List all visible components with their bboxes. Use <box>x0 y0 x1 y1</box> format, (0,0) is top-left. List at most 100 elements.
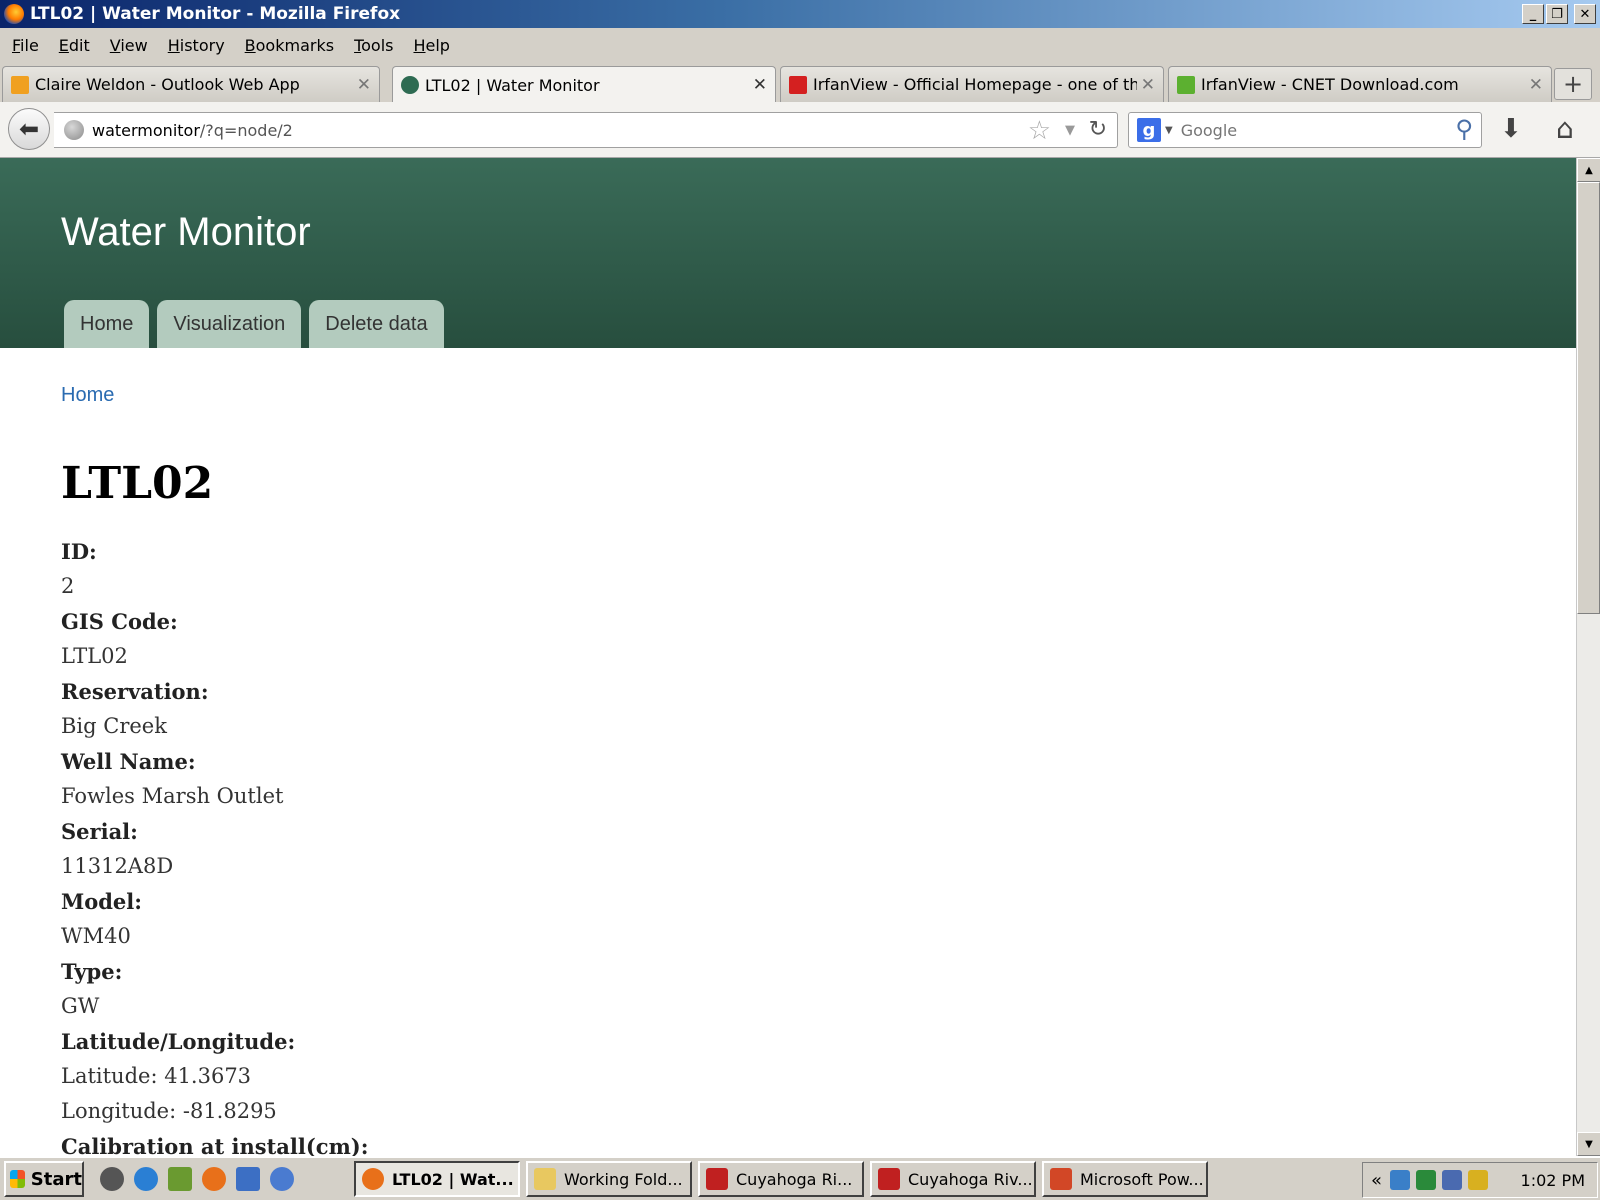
media-player-icon[interactable] <box>270 1167 294 1191</box>
irfanview-icon <box>789 75 807 94</box>
firefox-icon <box>362 1168 384 1190</box>
close-tab-icon[interactable]: ✕ <box>1529 75 1543 95</box>
taskbar-item-folder[interactable]: Working Fold... <box>526 1161 692 1197</box>
window-controls: _ ❐ ✕ <box>1522 4 1596 24</box>
start-button[interactable]: Start <box>4 1161 84 1197</box>
site-tab-home[interactable]: Home <box>64 300 150 348</box>
tab-irfanview-home[interactable]: IrfanView - Official Homepage - one of t… <box>780 66 1164 102</box>
outlook-icon <box>11 75 29 94</box>
field-value-reservation: Big Creek <box>61 714 167 738</box>
menu-help[interactable]: Help <box>405 36 457 55</box>
taskbar-item-powerpoint[interactable]: Microsoft Pow... <box>1042 1161 1208 1197</box>
tab-label: Claire Weldon - Outlook Web App <box>35 75 300 94</box>
field-value-type: GW <box>61 994 100 1018</box>
quicklaunch-app-icon[interactable] <box>100 1167 124 1191</box>
show-hidden-icons-icon[interactable]: « <box>1371 1170 1382 1191</box>
close-tab-icon[interactable]: ✕ <box>753 75 767 95</box>
site-identity-icon[interactable] <box>64 120 84 140</box>
folder-icon <box>534 1168 556 1190</box>
menu-history[interactable]: History <box>160 36 233 55</box>
search-magnifier-icon[interactable]: ⚲ <box>1455 115 1473 143</box>
close-window-button[interactable]: ✕ <box>1574 4 1596 24</box>
taskbar-item-label: LTL02 | Wat... <box>392 1169 514 1189</box>
field-label-gis-code: GIS Code: <box>61 609 178 634</box>
internet-explorer-icon[interactable] <box>134 1167 158 1191</box>
tab-label: LTL02 | Water Monitor <box>425 75 600 95</box>
window-title: LTL02 | Water Monitor - Mozilla Firefox <box>30 4 401 24</box>
menu-tools[interactable]: Tools <box>346 36 401 55</box>
taskbar-item-label: Cuyahoga Ri... <box>736 1169 853 1189</box>
site-tab-delete-data[interactable]: Delete data <box>309 300 444 348</box>
menu-view[interactable]: View <box>102 36 156 55</box>
menu-bookmarks[interactable]: Bookmarks <box>237 36 342 55</box>
close-tab-icon[interactable]: ✕ <box>1141 75 1155 95</box>
firefox-icon <box>4 4 24 24</box>
tab-outlook[interactable]: Claire Weldon - Outlook Web App ✕ <box>2 66 380 102</box>
site-navigation: Home Visualization Delete data <box>64 300 444 348</box>
menu-edit[interactable]: Edit <box>51 36 98 55</box>
page-viewport: Water Monitor Home Visualization Delete … <box>0 158 1576 1156</box>
site-tab-visualization[interactable]: Visualization <box>157 300 302 348</box>
taskbar-item-firefox[interactable]: LTL02 | Wat... <box>354 1161 520 1197</box>
url-history-dropdown-icon[interactable]: ▼ <box>1065 123 1075 138</box>
windows-logo-icon <box>10 1170 25 1188</box>
field-value-gis-code: LTL02 <box>61 644 128 668</box>
quicklaunch-tool-icon[interactable] <box>168 1167 192 1191</box>
close-tab-icon[interactable]: ✕ <box>357 75 371 95</box>
field-label-well-name: Well Name: <box>61 749 196 774</box>
breadcrumb-home-link[interactable]: Home <box>61 384 114 407</box>
system-tray: « 1:02 PM <box>1362 1162 1598 1198</box>
pdf-icon <box>706 1168 728 1190</box>
tray-network-icon[interactable] <box>1390 1170 1411 1190</box>
quicklaunch-editor-icon[interactable] <box>236 1167 260 1191</box>
downloads-icon[interactable]: ⬇ <box>1500 114 1522 144</box>
back-arrow-icon: ⬅ <box>18 115 40 143</box>
tray-security-icon[interactable] <box>1468 1170 1489 1190</box>
tab-irfanview-cnet[interactable]: IrfanView - CNET Download.com ✕ <box>1168 66 1552 102</box>
search-engine-dropdown-icon[interactable]: ▼ <box>1165 125 1173 136</box>
site-name[interactable]: Water Monitor <box>61 210 311 255</box>
powerpoint-icon <box>1050 1168 1072 1190</box>
field-label-type: Type: <box>61 959 123 984</box>
field-value-longitude: Longitude: -81.8295 <box>61 1099 277 1123</box>
site-header: Water Monitor Home Visualization Delete … <box>0 158 1576 348</box>
reload-icon[interactable]: ↻ <box>1089 117 1107 142</box>
page-title: LTL02 <box>61 458 214 509</box>
tray-connection-icon[interactable] <box>1442 1170 1463 1190</box>
field-label-reservation: Reservation: <box>61 679 209 704</box>
url-bar[interactable]: watermonitor/?q=node/2 ☆ ▼ ↻ <box>54 112 1118 148</box>
node-fields: ID: 2 GIS Code: LTL02 Reservation: Big C… <box>61 534 368 1156</box>
tab-label: IrfanView - CNET Download.com <box>1201 75 1459 94</box>
field-label-serial: Serial: <box>61 819 138 844</box>
scroll-down-arrow-icon[interactable]: ▼ <box>1577 1132 1600 1156</box>
window-title-bar: LTL02 | Water Monitor - Mozilla Firefox … <box>0 0 1600 28</box>
taskbar-clock: 1:02 PM <box>1520 1170 1585 1190</box>
tab-water-monitor[interactable]: LTL02 | Water Monitor ✕ <box>392 66 776 103</box>
menu-bar: File Edit View History Bookmarks Tools H… <box>0 28 1600 62</box>
page-scrollbar[interactable]: ▲ ▼ <box>1576 158 1600 1156</box>
scrollbar-thumb[interactable] <box>1577 182 1600 614</box>
home-icon[interactable]: ⌂ <box>1556 112 1574 145</box>
field-label-id: ID: <box>61 539 97 564</box>
search-input[interactable] <box>1180 120 1431 140</box>
tab-label: IrfanView - Official Homepage - one of t… <box>813 75 1137 94</box>
field-value-model: WM40 <box>61 924 131 948</box>
back-button[interactable]: ⬅ <box>8 108 50 150</box>
new-tab-button[interactable]: + <box>1554 68 1592 100</box>
taskbar-item-pdf-1[interactable]: Cuyahoga Ri... <box>698 1161 864 1197</box>
restore-button[interactable]: ❐ <box>1546 4 1568 24</box>
minimize-button[interactable]: _ <box>1522 4 1544 24</box>
cnet-icon <box>1177 75 1195 94</box>
bookmark-star-icon[interactable]: ☆ <box>1028 116 1051 146</box>
menu-file[interactable]: File <box>4 36 47 55</box>
taskbar-item-pdf-2[interactable]: Cuyahoga Riv... <box>870 1161 1036 1197</box>
tray-vc-icon[interactable] <box>1416 1170 1437 1190</box>
field-value-serial: 11312A8D <box>61 854 174 878</box>
taskbar-item-label: Cuyahoga Riv... <box>908 1169 1033 1189</box>
search-bar: g ▼ ⚲ <box>1128 112 1482 148</box>
firefox-quicklaunch-icon[interactable] <box>202 1167 226 1191</box>
google-search-engine-icon[interactable]: g <box>1137 118 1161 142</box>
tab-strip: Claire Weldon - Outlook Web App ✕ LTL02 … <box>0 62 1600 103</box>
field-value-latitude: Latitude: 41.3673 <box>61 1064 252 1088</box>
scroll-up-arrow-icon[interactable]: ▲ <box>1577 158 1600 182</box>
